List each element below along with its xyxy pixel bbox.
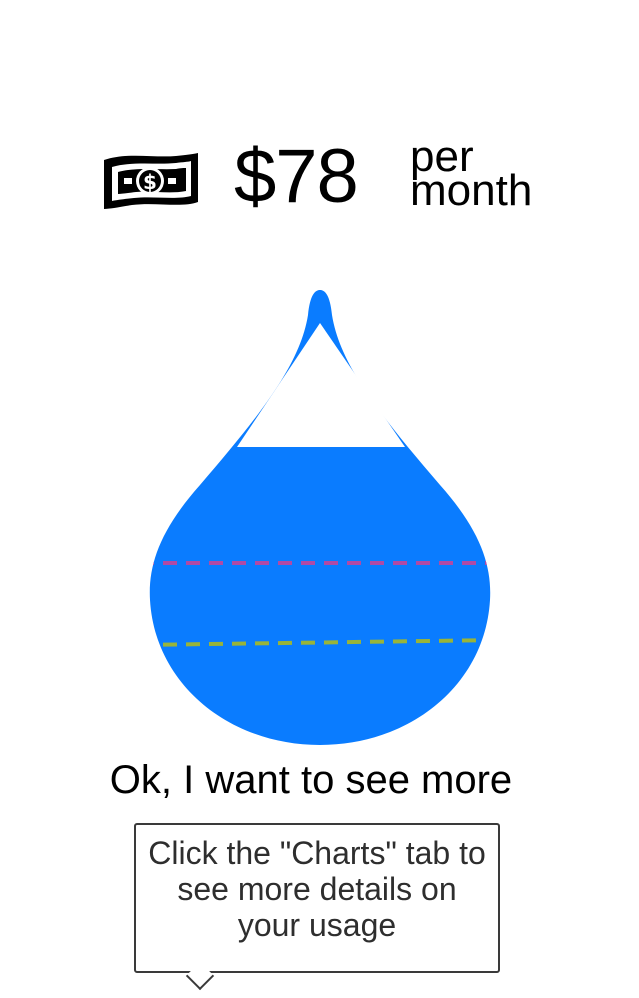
dollar-bill-icon: $ [104,153,198,209]
svg-text:$: $ [143,170,157,194]
charts-tab-tooltip: Click the "Charts" tab to see more detai… [134,823,500,973]
see-more-button[interactable]: Ok, I want to see more [0,752,622,808]
cost-period-line2: month [410,166,533,215]
cost-period: per month [410,135,533,215]
water-drop-icon [149,290,491,745]
cost-amount: $78 [234,134,359,219]
monthly-cost: $ $78 per month [0,130,639,230]
water-drop-empty-area [237,323,405,447]
